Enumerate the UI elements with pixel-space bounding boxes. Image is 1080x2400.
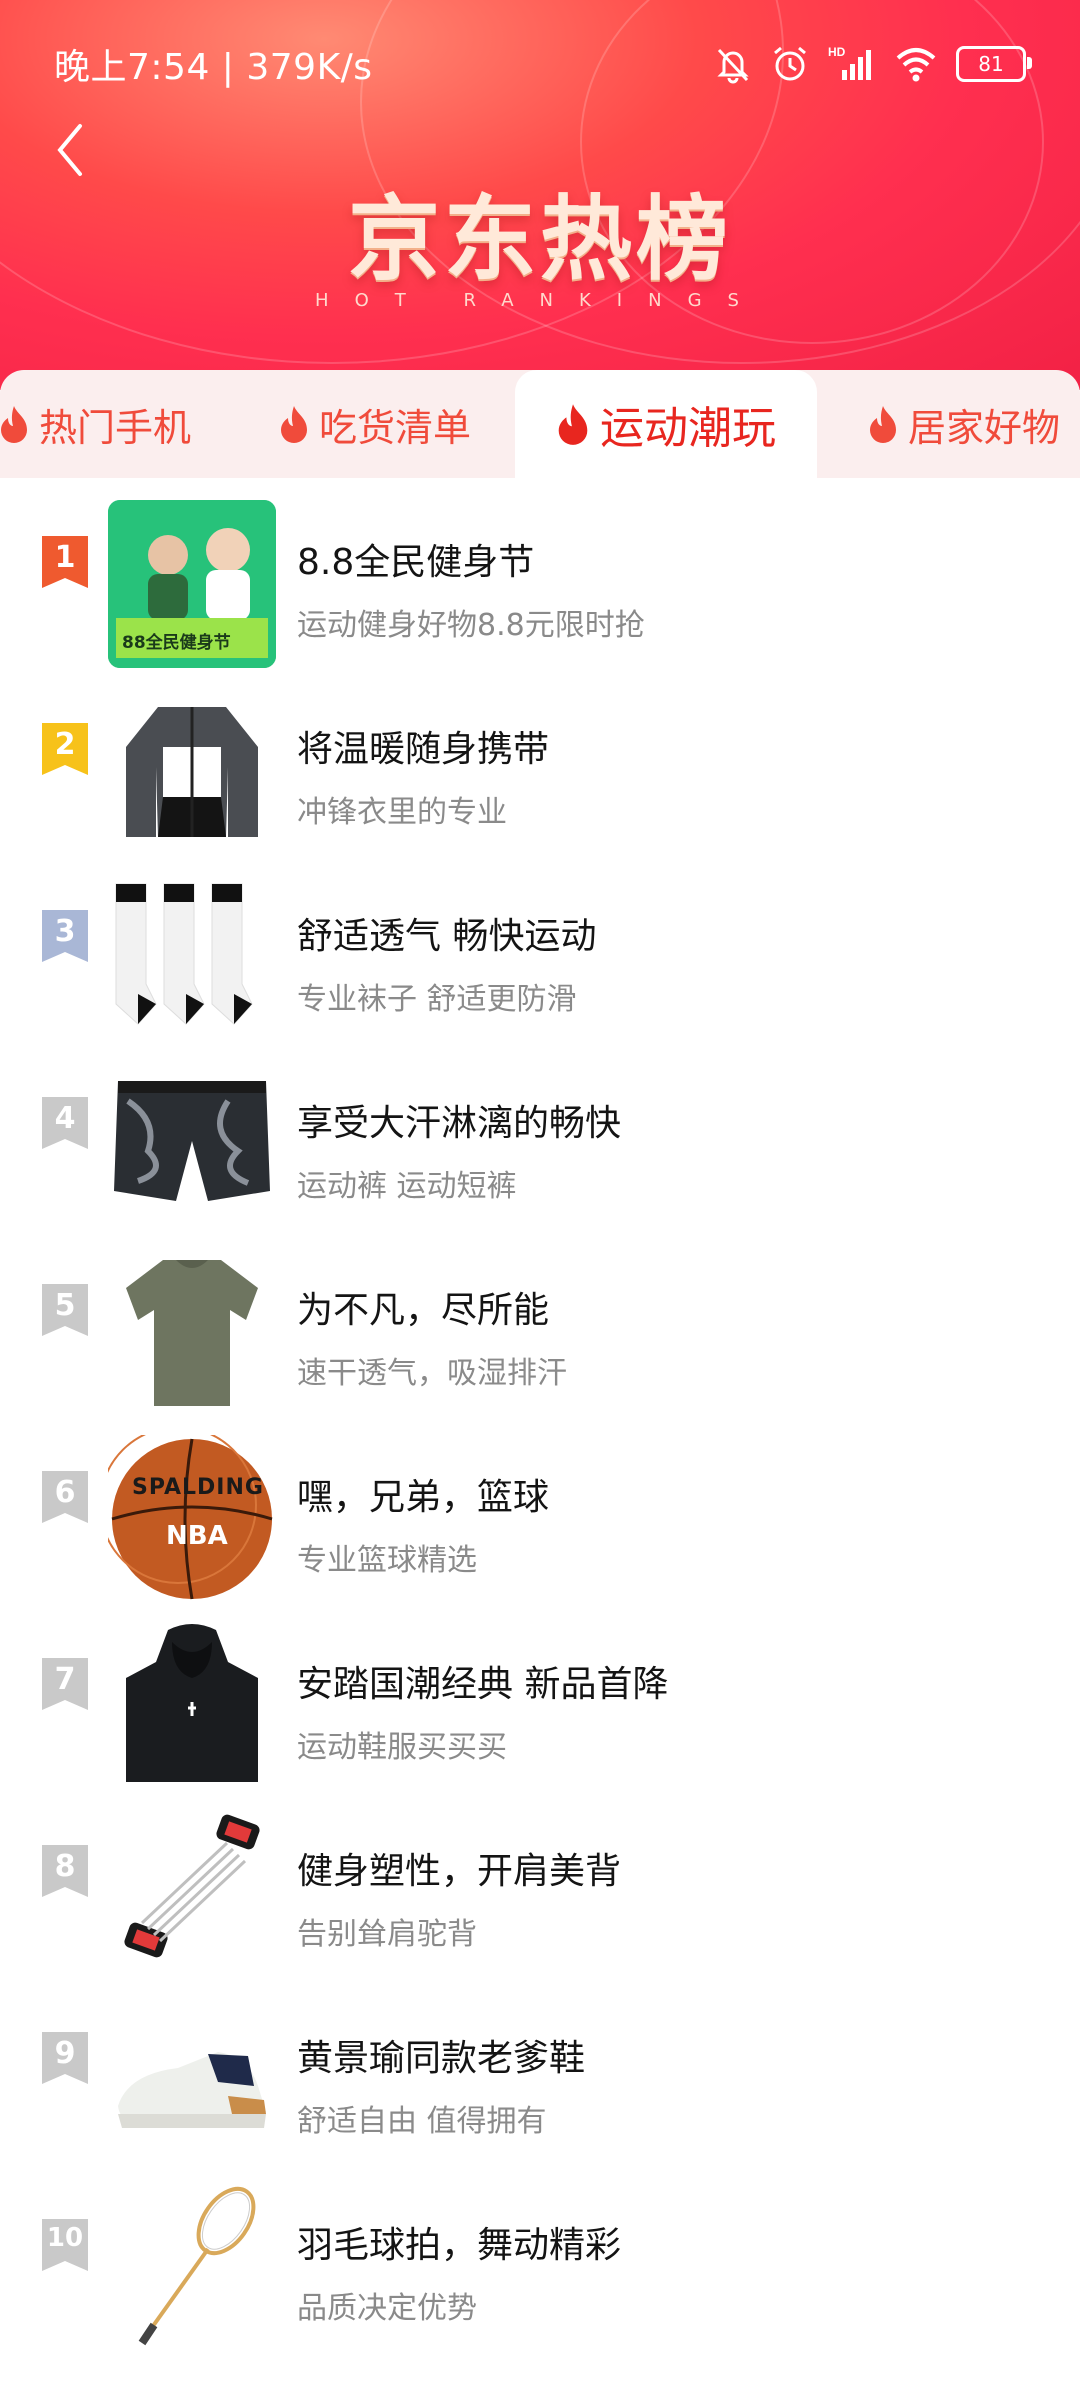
page-subtitle: HOT RANKINGS — [315, 290, 765, 311]
item-subtitle: 专业篮球精选 — [297, 1543, 477, 1578]
product-image — [108, 1809, 276, 1977]
flame-icon — [870, 406, 896, 443]
list-item[interactable]: 5 为不凡，尽所能 速干透气，吸湿排汗 — [0, 1226, 1080, 1413]
item-title: 安踏国潮经典 新品首降 — [297, 1664, 669, 1705]
tab-label: 吃货清单 — [318, 405, 471, 450]
category-tabs: 热门手机 吃货清单 运动潮玩 居家好物 — [0, 370, 1080, 478]
item-subtitle: 专业袜子 舒适更防滑 — [297, 982, 577, 1017]
rank-badge: 9 — [42, 2032, 88, 2084]
page-title: 京东热榜 — [347, 186, 732, 293]
item-subtitle: 运动健身好物8.8元限时抢 — [297, 608, 645, 643]
rank-badge: 2 — [42, 723, 88, 775]
item-subtitle: 运动鞋服买买买 — [297, 1730, 507, 1765]
tab-label: 热门手机 — [38, 405, 191, 450]
status-icons: HD 81 — [714, 44, 1032, 84]
product-image — [108, 1248, 276, 1416]
battery-icon: 81 — [956, 46, 1032, 82]
rank-badge: 8 — [42, 1845, 88, 1897]
rank-badge: 3 — [42, 910, 88, 962]
product-image — [108, 1061, 276, 1229]
product-image — [108, 1622, 276, 1790]
status-bar: 晚上7:54 | 379K/s HD 81 — [54, 36, 1032, 92]
item-title: 黄景瑜同款老爹鞋 — [297, 2038, 586, 2079]
item-subtitle: 告别耸肩驼背 — [297, 1917, 477, 1952]
product-image — [108, 874, 276, 1042]
rank-badge: 10 — [42, 2219, 88, 2271]
list-item[interactable]: 3 舒适透气 畅快运动 专业袜子 舒适更防滑 — [0, 852, 1080, 1039]
tab-label: 运动潮玩 — [600, 403, 776, 454]
flame-icon — [280, 406, 307, 443]
item-subtitle: 舒适自由 值得拥有 — [297, 2104, 547, 2139]
tab-sports-trends[interactable]: 运动潮玩 — [515, 370, 817, 478]
product-image: SPALDING NBA — [108, 1435, 276, 1603]
wifi-icon — [894, 44, 938, 84]
svg-text:HD: HD — [828, 45, 846, 59]
basketball-league-text: NBA — [166, 1521, 228, 1551]
product-image — [108, 1996, 276, 2164]
list-item[interactable]: 6 SPALDING NBA 嘿，兄弟，篮球 专业篮球精选 — [0, 1413, 1080, 1600]
rank-badge: 6 — [42, 1471, 88, 1523]
product-image — [108, 687, 276, 855]
list-item[interactable]: 2 将温暖随身携带 冲锋衣里的专业 — [0, 665, 1080, 852]
signal-icon: HD — [828, 44, 876, 84]
hero-header: 晚上7:54 | 379K/s HD 81 京东热榜 HOT RANKINGS — [0, 0, 1080, 390]
tab-foodie-list[interactable]: 吃货清单 — [260, 370, 490, 478]
item-title: 8.8全民健身节 — [297, 542, 535, 583]
item-title: 嘿，兄弟，篮球 — [297, 1477, 550, 1518]
product-image: 88全民健身节 — [108, 500, 276, 668]
list-item[interactable]: 1 88全民健身节 8.8全民健身节 运动健身好物8.8元限时抢 — [0, 478, 1080, 668]
basketball-brand-text: SPALDING — [132, 1475, 264, 1500]
item-subtitle: 冲锋衣里的专业 — [297, 795, 507, 830]
bell-muted-icon — [714, 44, 752, 84]
status-time-speed: 晚上7:54 | 379K/s — [54, 47, 373, 88]
flame-icon — [0, 406, 27, 443]
alarm-icon — [770, 44, 810, 84]
tab-home-goods[interactable]: 居家好物 — [868, 370, 1080, 478]
list-item[interactable]: 9 黄景瑜同款老爹鞋 舒适自由 值得拥有 — [0, 1974, 1080, 2161]
item-subtitle: 品质决定优势 — [297, 2291, 477, 2326]
flame-icon — [558, 404, 588, 445]
item-title: 将温暖随身携带 — [297, 729, 550, 770]
tab-label: 居家好物 — [908, 405, 1061, 450]
product-image — [108, 2183, 276, 2351]
item-title: 舒适透气 畅快运动 — [297, 916, 597, 957]
item-title: 享受大汗淋漓的畅快 — [297, 1103, 622, 1144]
item-title: 羽毛球拍，舞动精彩 — [297, 2225, 622, 2266]
rank-badge: 5 — [42, 1284, 88, 1336]
rank-badge: 1 — [42, 536, 88, 588]
promo-text: 88全民健身节 — [122, 633, 231, 653]
item-subtitle: 运动裤 运动短裤 — [297, 1169, 517, 1204]
list-item[interactable]: 4 享受大汗淋漓的畅快 运动裤 运动短裤 — [0, 1039, 1080, 1226]
rank-badge: 7 — [42, 1658, 88, 1710]
list-item[interactable]: 8 健身塑性，开肩美背 告别耸肩驼背 — [0, 1787, 1080, 1974]
rank-badge: 4 — [42, 1097, 88, 1149]
item-subtitle: 速干透气，吸湿排汗 — [297, 1356, 567, 1391]
item-title: 健身塑性，开肩美背 — [297, 1851, 622, 1892]
ranking-list: 1 88全民健身节 8.8全民健身节 运动健身好物8.8元限时抢 2 将温暖随身… — [0, 478, 1080, 2348]
item-title: 为不凡，尽所能 — [297, 1290, 550, 1331]
list-item[interactable]: 10 羽毛球拍，舞动精彩 品质决定优势 — [0, 2161, 1080, 2348]
list-item[interactable]: 7 安踏国潮经典 新品首降 运动鞋服买买买 — [0, 1600, 1080, 1787]
tab-hot-phones[interactable]: 热门手机 — [0, 370, 200, 478]
